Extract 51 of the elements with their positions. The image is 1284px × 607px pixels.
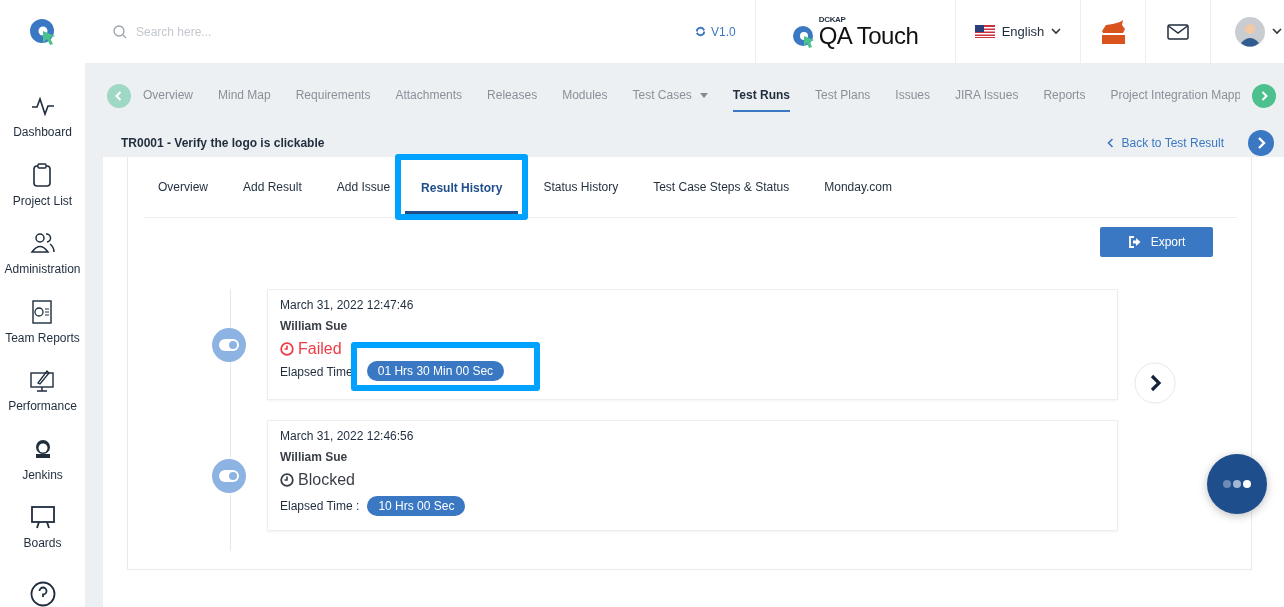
sidebar-item[interactable]: Project List [12,161,73,221]
avatar[interactable] [1235,16,1265,47]
next-button[interactable] [1134,362,1176,404]
detail-tab[interactable]: Test Case Steps & Status [653,161,790,213]
detail-tab[interactable]: Monday.com [824,161,893,213]
clock-icon [280,473,294,487]
mail-icon[interactable] [1167,23,1189,40]
toggle-icon [212,458,246,493]
status-label: Blocked [280,471,1105,489]
sidebar-item[interactable]: Boards [23,504,62,564]
sidebar-item[interactable]: Jenkins [22,435,63,495]
brand-subtitle: DCKAP [818,15,847,24]
sidebar-item[interactable]: Team Reports [5,298,80,358]
language-selector[interactable]: English [956,24,1080,39]
chevron-down-icon [1051,28,1062,35]
sidebar-item[interactable]: Dashboard [13,93,72,152]
sidebar-icon [29,504,56,531]
detail-tab[interactable]: Result History [405,163,519,214]
timestamp: March 31, 2022 12:46:56 [280,429,415,443]
flag-icon [974,25,995,38]
detail-tab[interactable]: Add Result [243,161,302,213]
timestamp: March 31, 2022 12:47:46 [280,298,415,312]
nav-tab[interactable]: Test Runs [732,80,790,112]
elapsed-time: 10 Hrs 00 Sec [367,496,466,516]
clock-icon [280,342,294,356]
export-icon [1127,236,1141,248]
sync-icon [695,26,706,37]
elapsed-time: 01 Hrs 30 Min 00 Sec [366,361,505,381]
back-link[interactable]: Back to Test Result [1106,136,1224,150]
help-icon[interactable] [29,581,56,607]
sidebar-item[interactable]: Administration [4,230,81,289]
chevron-down-icon[interactable] [1272,28,1282,35]
detail-tab[interactable]: Status History [543,161,619,213]
sidebar-item[interactable]: Performance [8,367,77,426]
user-name: William Sue [280,319,349,333]
elapsed-label: Elapsed Time : [280,499,360,513]
detail-tab[interactable]: Overview [158,161,208,213]
brand-name: QA Touch [818,24,919,48]
brand-logo-icon [792,24,815,48]
test-run-title: TR0001 - Verify the logo is clickable [121,136,326,150]
toggle-icon [212,327,246,362]
app-logo-icon[interactable] [28,17,57,46]
user-name: William Sue [280,450,349,464]
chat-button[interactable] [1206,453,1268,515]
export-button[interactable]: Export [1100,227,1213,257]
status-label: Failed [280,340,1105,358]
search-field[interactable]: Search here... [134,23,438,40]
version-link[interactable]: V1.0 [695,24,755,39]
search-icon [113,24,127,39]
chevron-left-icon [1106,138,1114,148]
detail-tab[interactable]: Add Issue [336,161,391,213]
